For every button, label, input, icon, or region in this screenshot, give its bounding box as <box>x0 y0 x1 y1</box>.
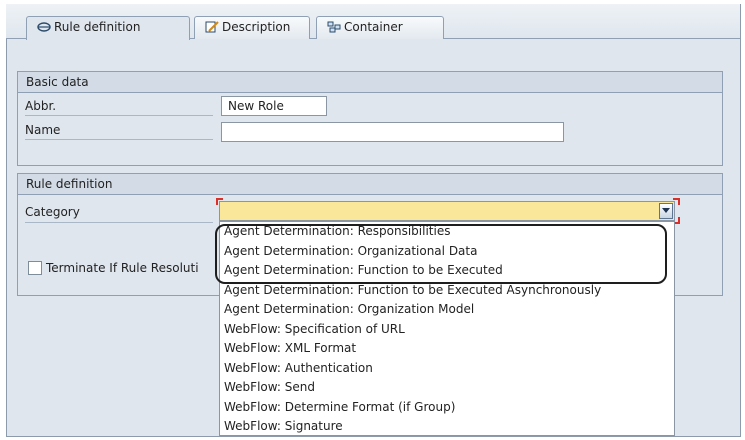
tab-description[interactable]: Description <box>194 16 310 39</box>
terminate-label: Terminate If Rule Resoluti <box>46 261 199 275</box>
abbr-label: Abbr. <box>25 99 57 113</box>
required-marker <box>216 198 223 205</box>
basic-data-title: Basic data <box>18 72 722 93</box>
list-item[interactable]: WebFlow: Authentication <box>220 359 674 379</box>
tab-strip: Rule definition Description Container <box>6 4 740 40</box>
chevron-down-icon <box>662 208 670 213</box>
tab-label: Container <box>344 20 403 34</box>
container-icon <box>327 21 341 33</box>
dropdown-button[interactable] <box>659 203 673 219</box>
label-underline <box>25 115 213 116</box>
list-item[interactable]: Agent Determination: Organization Model <box>220 300 674 320</box>
category-options-list: Agent Determination: Responsibilities Ag… <box>219 221 675 436</box>
basic-data-panel: Basic data Abbr. New Role Name <box>17 71 723 166</box>
terminate-checkbox[interactable] <box>28 261 42 275</box>
list-item[interactable]: WebFlow: Determine Format (if Group) <box>220 398 674 418</box>
rule-definition-title: Rule definition <box>18 174 722 195</box>
list-item[interactable]: WebFlow: Specification of URL <box>220 320 674 340</box>
description-icon <box>205 21 219 33</box>
category-dropdown[interactable] <box>219 201 675 221</box>
tab-label: Rule definition <box>54 20 141 34</box>
label-underline <box>25 139 213 140</box>
tab-rule-definition[interactable]: Rule definition <box>26 16 190 40</box>
label-underline <box>25 222 213 223</box>
list-item[interactable]: WebFlow: Signature <box>220 417 674 435</box>
abbr-input[interactable]: New Role <box>221 96 327 116</box>
rule-definition-icon <box>37 21 51 33</box>
required-marker <box>673 198 680 205</box>
list-item[interactable]: WebFlow: XML Format <box>220 339 674 359</box>
list-item[interactable]: Agent Determination: Function to be Exec… <box>220 281 674 301</box>
list-item[interactable]: WebFlow: Send <box>220 378 674 398</box>
tab-container[interactable]: Container <box>316 16 444 39</box>
name-label: Name <box>25 123 61 137</box>
tab-label: Description <box>222 20 291 34</box>
name-input[interactable] <box>221 122 564 142</box>
list-item[interactable]: Agent Determination: Function to be Exec… <box>220 261 674 281</box>
list-item[interactable]: Agent Determination: Responsibilities <box>220 222 674 242</box>
list-item[interactable]: Agent Determination: Organizational Data <box>220 242 674 262</box>
category-label: Category <box>25 205 80 219</box>
